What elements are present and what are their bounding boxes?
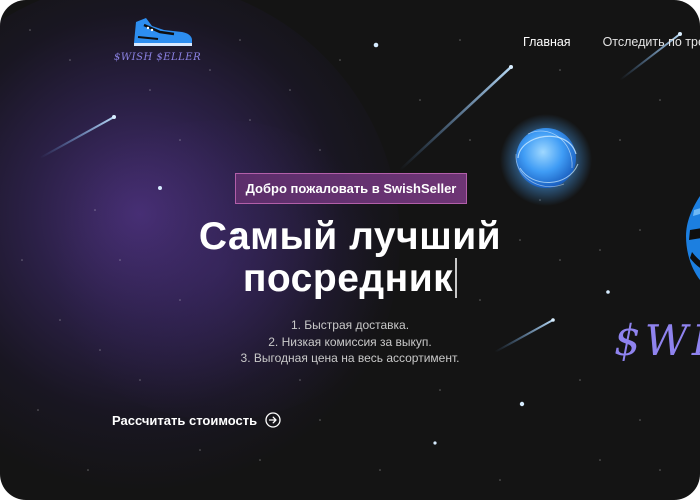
calculate-cost-button[interactable]: Рассчитать стоимость (112, 412, 281, 428)
logo[interactable]: $WISH $ELLER (112, 16, 202, 68)
sneaker-icon (134, 18, 192, 46)
hero-title: Самый лучший посредник (150, 216, 550, 300)
hero-title-line2: посредник (242, 257, 454, 300)
arrow-right-circle-icon (265, 412, 281, 428)
nav-link-track[interactable]: Отследить по тре (603, 35, 700, 49)
main-nav: Главная Отследить по тре (523, 35, 700, 49)
text-caret (455, 258, 458, 298)
shooting-star-1 (39, 115, 116, 159)
feature-item: 2. Низкая комиссия за выкуп. (268, 334, 432, 349)
feature-item: 1. Быстрая доставка. (290, 318, 410, 332)
nav-link-home[interactable]: Главная (523, 35, 571, 49)
shooting-star-2 (399, 65, 513, 171)
page: $WI $WISH $ELLER Главная Отследить по тр… (0, 0, 700, 500)
feature-list: 1. Быстрая доставка. 2. Низкая комиссия … (150, 318, 550, 368)
big-logo-text: $WI (614, 316, 700, 365)
welcome-badge: Добро пожаловать в SwishSeller (235, 173, 467, 204)
calculate-cost-label: Рассчитать стоимость (112, 412, 258, 428)
feature-item: 3. Выгодная цена на весь ассортимент. (240, 351, 460, 365)
hero-title-line1: Самый лучший (198, 215, 502, 258)
hero-title-line2-wrap: посредник (150, 258, 550, 300)
planet-icon (500, 114, 592, 206)
logo-text: $WISH $ELLER (114, 52, 202, 63)
sneaker-large-icon (686, 196, 700, 280)
